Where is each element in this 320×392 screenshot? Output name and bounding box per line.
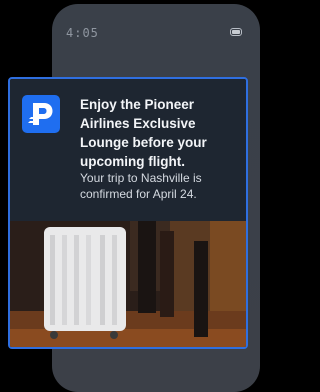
- lock-screen: 4:05 Enjoy the Pioneer Airlines Exclusiv…: [0, 0, 260, 392]
- suitcase-photo: [10, 221, 246, 347]
- suitcase-photo-illustration: [10, 221, 246, 347]
- pioneer-logo-icon: [28, 103, 53, 125]
- notification-body: Your trip to Nashville is confirmed for …: [80, 171, 202, 201]
- status-time: 4:05: [66, 26, 99, 40]
- battery-icon: [230, 28, 242, 36]
- notification-header: Enjoy the Pioneer Airlines Exclusive Lou…: [10, 79, 246, 221]
- notification-card[interactable]: Enjoy the Pioneer Airlines Exclusive Lou…: [8, 77, 248, 349]
- pioneer-airlines-app-icon: [22, 95, 60, 133]
- notification-headline: Enjoy the Pioneer Airlines Exclusive Lou…: [80, 97, 207, 169]
